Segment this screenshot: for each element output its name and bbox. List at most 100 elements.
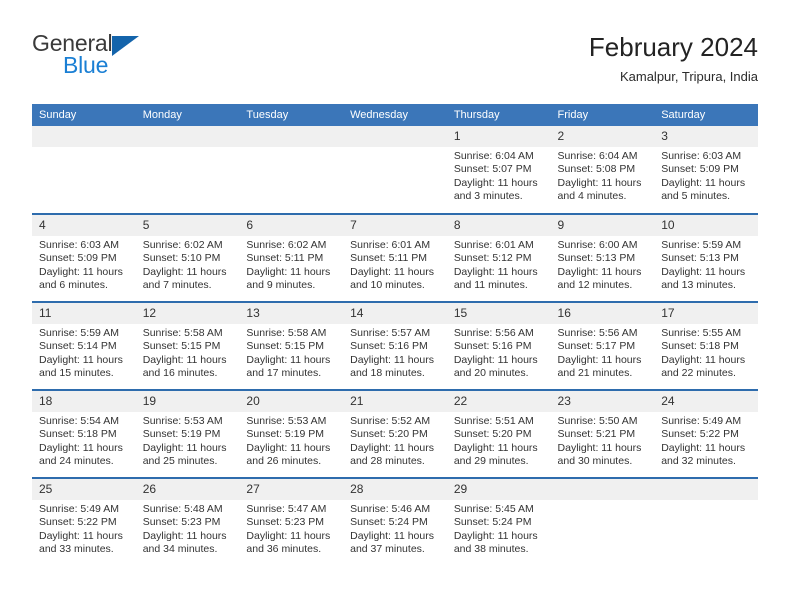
calendar-day-cell[interactable]: 15 Sunrise: 5:56 AM Sunset: 5:16 PM Dayligh… [446,301,551,390]
calendar-day-cell[interactable]: 1 Sunrise: 6:04 AM Sunset: 5:07 PM Daylight… [446,126,551,214]
calendar-day-cell[interactable]: 5 Sunrise: 6:02 AM Sunset: 5:10 PM Daylight… [135,213,240,302]
calendar-week-row: 11 Sunrise: 5:59 AM Sunset: 5:14 PM Dayligh… [32,301,758,390]
sunrise-text: Sunrise: 5:57 AM [350,327,431,339]
calendar-day-cell[interactable]: 20 Sunrise: 5:53 AM Sunset: 5:19 PM Dayligh… [239,389,344,478]
calendar-day-cell[interactable]: 22 Sunrise: 5:51 AM Sunset: 5:20 PM Dayligh… [446,389,551,478]
day-number: 1 [446,126,551,147]
sunrise-text: Sunrise: 6:00 AM [557,239,638,251]
calendar-day-cell[interactable]: 4 Sunrise: 6:03 AM Sunset: 5:09 PM Daylight… [32,213,136,302]
calendar-day-cell[interactable]: 8 Sunrise: 6:01 AM Sunset: 5:12 PM Daylight… [446,213,551,302]
calendar-day-cell[interactable]: 2 Sunrise: 6:04 AM Sunset: 5:08 PM Daylight… [550,126,655,214]
sunset-text: Sunset: 5:11 PM [246,252,324,265]
daylight-text: Daylight: 11 hours and 5 minutes. [661,176,746,203]
calendar-day-cell[interactable]: 7 Sunrise: 6:01 AM Sunset: 5:11 PM Daylight… [343,213,447,302]
calendar-day-cell[interactable]: 14 Sunrise: 5:57 AM Sunset: 5:16 PM Dayligh… [343,301,447,390]
calendar-day-cell[interactable]: 9 Sunrise: 6:00 AM Sunset: 5:13 PM Daylight… [550,213,655,302]
sunset-text: Sunset: 5:18 PM [661,340,739,353]
calendar-day-cell[interactable]: 28 Sunrise: 5:46 AM Sunset: 5:24 PM Dayligh… [343,477,447,566]
day-details: Sunrise: 5:56 AM Sunset: 5:16 PM Daylight:… [447,324,551,381]
sunset-text: Sunset: 5:13 PM [557,252,636,265]
sunset-text: Sunset: 5:18 PM [39,428,117,441]
weekday-header-saturday: Saturday [654,104,758,126]
day-details: Sunrise: 5:56 AM Sunset: 5:17 PM Daylight:… [551,324,655,381]
sunset-text: Sunset: 5:23 PM [142,516,221,529]
daylight-text: Daylight: 11 hours and 33 minutes. [39,529,123,556]
daylight-text: Daylight: 11 hours and 24 minutes. [39,441,123,468]
day-number [135,126,240,147]
calendar-day-cell[interactable]: 10 Sunrise: 5:59 AM Sunset: 5:13 PM Dayligh… [654,213,758,302]
day-details: Sunrise: 6:04 AM Sunset: 5:07 PM Daylight:… [447,147,551,204]
calendar-day-cell[interactable]: 6 Sunrise: 6:02 AM Sunset: 5:11 PM Daylight… [239,213,344,302]
day-number: 16 [550,303,655,324]
daylight-text: Daylight: 11 hours and 12 minutes. [557,265,642,292]
sunset-text: Sunset: 5:09 PM [661,163,739,176]
sunrise-text: Sunrise: 5:59 AM [661,239,742,251]
sunset-text: Sunset: 5:22 PM [39,516,117,529]
day-number [550,479,655,500]
calendar-day-cell[interactable]: 23 Sunrise: 5:50 AM Sunset: 5:21 PM Dayligh… [550,389,655,478]
day-details: Sunrise: 5:58 AM Sunset: 5:15 PM Daylight:… [239,324,343,381]
daylight-text: Daylight: 11 hours and 26 minutes. [246,441,331,468]
daylight-text: Daylight: 11 hours and 36 minutes. [246,529,331,556]
sunrise-text: Sunrise: 5:48 AM [142,503,223,515]
calendar-header-row: Sunday Monday Tuesday Wednesday Thursday… [32,104,758,126]
sunset-text: Sunset: 5:23 PM [246,516,325,529]
day-number: 21 [343,391,447,412]
day-details: Sunrise: 5:49 AM Sunset: 5:22 PM Daylight:… [32,500,136,557]
calendar-day-cell[interactable]: 11 Sunrise: 5:59 AM Sunset: 5:14 PM Dayligh… [32,301,136,390]
sunrise-text: Sunrise: 6:03 AM [39,239,119,251]
sunrise-text: Sunrise: 6:04 AM [453,150,534,162]
sunrise-text: Sunrise: 5:59 AM [39,327,119,339]
daylight-text: Daylight: 11 hours and 7 minutes. [142,265,227,292]
day-number: 18 [32,391,136,412]
calendar-cell-empty [343,126,447,214]
daylight-text: Daylight: 11 hours and 4 minutes. [557,176,642,203]
calendar-cell-empty [550,477,655,566]
calendar-day-cell[interactable]: 12 Sunrise: 5:58 AM Sunset: 5:15 PM Dayligh… [135,301,240,390]
calendar-day-cell[interactable]: 26 Sunrise: 5:48 AM Sunset: 5:23 PM Dayligh… [135,477,240,566]
calendar-day-cell[interactable]: 29 Sunrise: 5:45 AM Sunset: 5:24 PM Dayligh… [446,477,551,566]
day-number: 27 [239,479,344,500]
calendar-day-cell[interactable]: 18 Sunrise: 5:54 AM Sunset: 5:18 PM Dayligh… [32,389,136,478]
day-number: 7 [343,215,447,236]
sunset-text: Sunset: 5:15 PM [142,340,221,353]
sunset-text: Sunset: 5:13 PM [661,252,739,265]
calendar-day-cell[interactable]: 19 Sunrise: 5:53 AM Sunset: 5:19 PM Dayligh… [135,389,240,478]
sunrise-text: Sunrise: 5:49 AM [661,415,742,427]
calendar-week-row: 4 Sunrise: 6:03 AM Sunset: 5:09 PM Daylight… [32,213,758,302]
calendar-day-cell[interactable]: 27 Sunrise: 5:47 AM Sunset: 5:23 PM Dayligh… [239,477,344,566]
calendar-day-cell[interactable]: 13 Sunrise: 5:58 AM Sunset: 5:15 PM Dayligh… [239,301,344,390]
day-details: Sunrise: 6:02 AM Sunset: 5:11 PM Daylight:… [239,236,343,293]
day-number: 9 [550,215,655,236]
calendar-day-cell[interactable]: 24 Sunrise: 5:49 AM Sunset: 5:22 PM Dayligh… [654,389,758,478]
calendar-day-cell[interactable]: 21 Sunrise: 5:52 AM Sunset: 5:20 PM Dayligh… [343,389,447,478]
calendar-day-cell[interactable]: 25 Sunrise: 5:49 AM Sunset: 5:22 PM Dayligh… [32,477,136,566]
daylight-text: Daylight: 11 hours and 16 minutes. [142,353,227,380]
day-details: Sunrise: 5:48 AM Sunset: 5:23 PM Daylight:… [136,500,240,557]
day-details: Sunrise: 6:01 AM Sunset: 5:11 PM Daylight:… [343,236,447,293]
day-number: 5 [135,215,240,236]
day-details: Sunrise: 5:59 AM Sunset: 5:13 PM Daylight:… [654,236,758,293]
sunrise-text: Sunrise: 5:58 AM [142,327,223,339]
daylight-text: Daylight: 11 hours and 11 minutes. [453,265,538,292]
day-number: 10 [654,215,758,236]
sunrise-text: Sunrise: 5:49 AM [39,503,119,515]
daylight-text: Daylight: 11 hours and 21 minutes. [557,353,642,380]
sunset-text: Sunset: 5:07 PM [453,163,532,176]
day-number: 19 [135,391,240,412]
day-number: 14 [343,303,447,324]
day-number: 2 [550,126,655,147]
sunset-text: Sunset: 5:20 PM [453,428,532,441]
sunrise-text: Sunrise: 5:47 AM [246,503,327,515]
calendar-day-cell[interactable]: 17 Sunrise: 5:55 AM Sunset: 5:18 PM Dayligh… [654,301,758,390]
general-blue-logo[interactable]: General Blue [32,30,162,84]
day-details: Sunrise: 5:49 AM Sunset: 5:22 PM Daylight:… [654,412,758,469]
calendar-day-cell[interactable]: 16 Sunrise: 5:56 AM Sunset: 5:17 PM Dayligh… [550,301,655,390]
day-number: 17 [654,303,758,324]
page-header: General Blue February 2024 Kamalpur, Tri… [32,30,758,92]
day-details: Sunrise: 6:03 AM Sunset: 5:09 PM Daylight:… [654,147,758,204]
sunset-text: Sunset: 5:08 PM [557,163,636,176]
day-details: Sunrise: 5:52 AM Sunset: 5:20 PM Daylight:… [343,412,447,469]
sunset-text: Sunset: 5:16 PM [350,340,428,353]
calendar-day-cell[interactable]: 3 Sunrise: 6:03 AM Sunset: 5:09 PM Daylight… [654,126,758,214]
